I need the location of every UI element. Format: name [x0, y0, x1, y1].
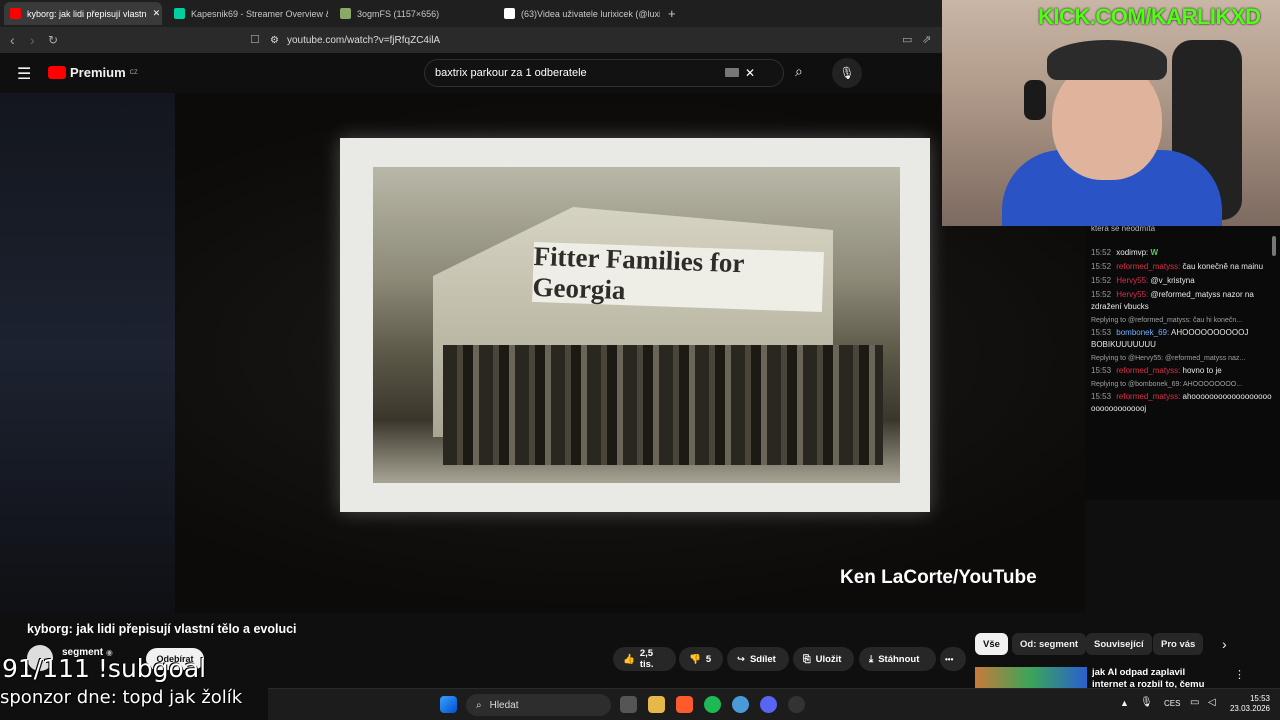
tab-close-icon[interactable]: ✕ — [153, 8, 161, 19]
brave-icon[interactable] — [676, 696, 693, 713]
search-input[interactable]: baxtrix parkour za 1 odberatele ✕ — [424, 59, 784, 87]
search-query: baxtrix parkour za 1 odberatele — [435, 67, 587, 79]
address-bar-row: ‹ › ↻ ☐ ⚙ youtube.com/watch?v=fjRfqZC4il… — [0, 27, 942, 53]
taskbar-clock[interactable]: 15:53 23.03.2026 — [1230, 694, 1270, 714]
search-icon[interactable]: ⌕ — [795, 63, 803, 80]
chip-related[interactable]: Související — [1086, 633, 1152, 655]
obs-icon[interactable] — [788, 696, 805, 713]
language-indicator[interactable]: CES — [1164, 699, 1180, 708]
chat-message: Replying to @Hervy55: @reformed_matyss n… — [1091, 355, 1246, 375]
spotify-icon[interactable] — [704, 696, 721, 713]
url-text: youtube.com/watch?v=fjRfqZC4ilA — [286, 34, 441, 46]
chat-message: 15:52 reformed_matyss: čau konečně na ma… — [1091, 262, 1264, 271]
network-icon[interactable]: ▭ — [1190, 697, 1199, 708]
tab-kapesnik[interactable]: Kapesnik69 - Streamer Overview & S — [168, 2, 328, 25]
chat-message: Replying to @bombonek_69: AHOOOOOOOO... … — [1091, 381, 1272, 413]
chip-for-you[interactable]: Pro vás — [1153, 633, 1204, 655]
url-field[interactable]: ⚙ youtube.com/watch?v=fjRfqZC4ilA — [270, 31, 720, 49]
download-button[interactable]: ⤓ Stáhnout — [859, 647, 936, 671]
chat-message: 15:52 xodimvp: W — [1091, 248, 1159, 257]
stream-chat: která se neodmíta 15:52 xodimvp: W 15:52… — [1085, 226, 1280, 500]
chip-from-channel[interactable]: Od: segment — [1012, 633, 1087, 655]
sponsor-overlay: sponzor dne: topd jak žolík — [0, 687, 243, 708]
new-tab-button[interactable]: + — [662, 2, 682, 25]
microphone-icon[interactable]: 🎙 — [1140, 697, 1153, 708]
headphones-icon — [1024, 80, 1046, 120]
tab-title: Kapesnik69 - Streamer Overview & S — [191, 8, 328, 19]
tab-image[interactable]: 3ogmFS (1157×656) — [334, 2, 494, 25]
region-code: CZ — [129, 69, 138, 76]
file-explorer-icon[interactable] — [648, 696, 665, 713]
menu-icon[interactable]: ☰ — [17, 64, 31, 84]
reload-icon[interactable]: ↻ — [48, 33, 58, 47]
share-button[interactable]: ↪ Sdílet — [727, 647, 789, 671]
photo-banner: Fitter Families for Georgia — [532, 241, 824, 313]
tab-title: 3ogmFS (1157×656) — [357, 8, 440, 19]
taskbar-search-icon: ⌕ — [476, 699, 482, 711]
tab-youtube[interactable]: kyborg: jak lidi přepisují vlastn ✕ — [4, 2, 162, 25]
back-icon[interactable]: ‹ — [10, 32, 15, 48]
youtube-header: ☰ Premium CZ baxtrix parkour za 1 odbera… — [0, 53, 942, 93]
dislike-button[interactable]: 👎 5 — [679, 647, 723, 671]
ccleaner-icon[interactable] — [732, 696, 749, 713]
thumbs-up-icon: 👍 — [623, 653, 635, 665]
clear-search-icon[interactable]: ✕ — [745, 66, 755, 80]
share-page-icon[interactable]: ⇗ — [922, 33, 931, 46]
kick-url: KICK.COM/KARLIKXD — [1038, 4, 1261, 29]
tab-tiktok[interactable]: (63)Videa uživatele lurixicek (@luxicx — [498, 2, 660, 25]
tab-title: kyborg: jak lidi přepisují vlastn — [27, 8, 147, 19]
youtube-logo[interactable]: Premium CZ — [48, 65, 138, 80]
streamer-cap — [1047, 40, 1167, 80]
taskbar-search[interactable]: ⌕ Hledat — [466, 694, 611, 716]
chat-cut-line: která se neodmíta — [1091, 226, 1156, 233]
image-favicon-icon — [340, 8, 351, 19]
chat-message: Replying to @reformed_matyss: čau hi kon… — [1091, 317, 1249, 349]
video-title: kyborg: jak lidi přepisují vlastní tělo … — [27, 622, 297, 636]
cast-icon[interactable]: ▭ — [902, 33, 912, 46]
chip-all[interactable]: Vše — [975, 633, 1008, 655]
forward-icon[interactable]: › — [30, 32, 35, 48]
share-icon: ↪ — [737, 653, 745, 665]
tab-title: (63)Videa uživatele lurixicek (@luxicx — [521, 8, 660, 19]
subgoal-overlay: 91/111 !subgoal — [2, 654, 207, 683]
chips-next-icon[interactable]: › — [1222, 636, 1227, 652]
save-button[interactable]: ⎘ Uložit — [793, 647, 854, 671]
thumbs-down-icon: 👎 — [689, 653, 701, 665]
task-view-icon[interactable] — [620, 696, 637, 713]
premium-label: Premium — [70, 65, 126, 80]
tracker-favicon-icon — [174, 8, 185, 19]
browser-tab-bar: kyborg: jak lidi přepisují vlastn ✕ Kape… — [0, 0, 942, 27]
download-icon: ⤓ — [869, 653, 874, 665]
bookmark-save-icon: ⎘ — [803, 653, 811, 665]
chat-message: 15:52 Hervy55: @v_kristyna — [1091, 276, 1195, 285]
recommended-thumbnail[interactable] — [975, 667, 1087, 689]
video-credit: Ken LaCorte/YouTube — [840, 567, 1037, 588]
webcam-overlay: KICK.COM/KARLIKXD — [942, 0, 1280, 226]
photo-crowd — [443, 345, 883, 465]
tray-overflow-icon[interactable]: ▲ — [1120, 698, 1129, 708]
bookmark-icon[interactable]: ☐ — [250, 33, 260, 46]
chat-scrollbar[interactable] — [1272, 236, 1276, 256]
video-left-glow — [0, 93, 175, 613]
emote-icon: W — [1150, 248, 1159, 257]
chat-message: 15:52 Hervy55: @reformed_matyss nazor na… — [1091, 290, 1254, 311]
site-info-icon[interactable]: ⚙ — [270, 35, 279, 46]
more-actions-button[interactable]: ••• — [940, 647, 966, 671]
like-button[interactable]: 👍 2,5 tis. — [613, 647, 676, 671]
discord-icon[interactable] — [760, 696, 777, 713]
youtube-play-logo-icon — [48, 66, 66, 79]
windows-taskbar: ⌕ Hledat ▲ 🎙 CES ▭ ◁ 15:53 23.03.2026 — [268, 688, 1280, 720]
tiktok-favicon-icon — [504, 8, 515, 19]
voice-search-icon[interactable]: 🎙 — [832, 58, 862, 88]
historic-photo: Fitter Families for Georgia — [373, 167, 900, 483]
start-icon[interactable] — [440, 696, 457, 713]
keyboard-icon[interactable] — [725, 68, 739, 77]
youtube-favicon-icon — [10, 8, 21, 19]
recommended-menu-icon[interactable]: ⋮ — [1234, 668, 1245, 681]
volume-icon[interactable]: ◁ — [1208, 697, 1216, 708]
